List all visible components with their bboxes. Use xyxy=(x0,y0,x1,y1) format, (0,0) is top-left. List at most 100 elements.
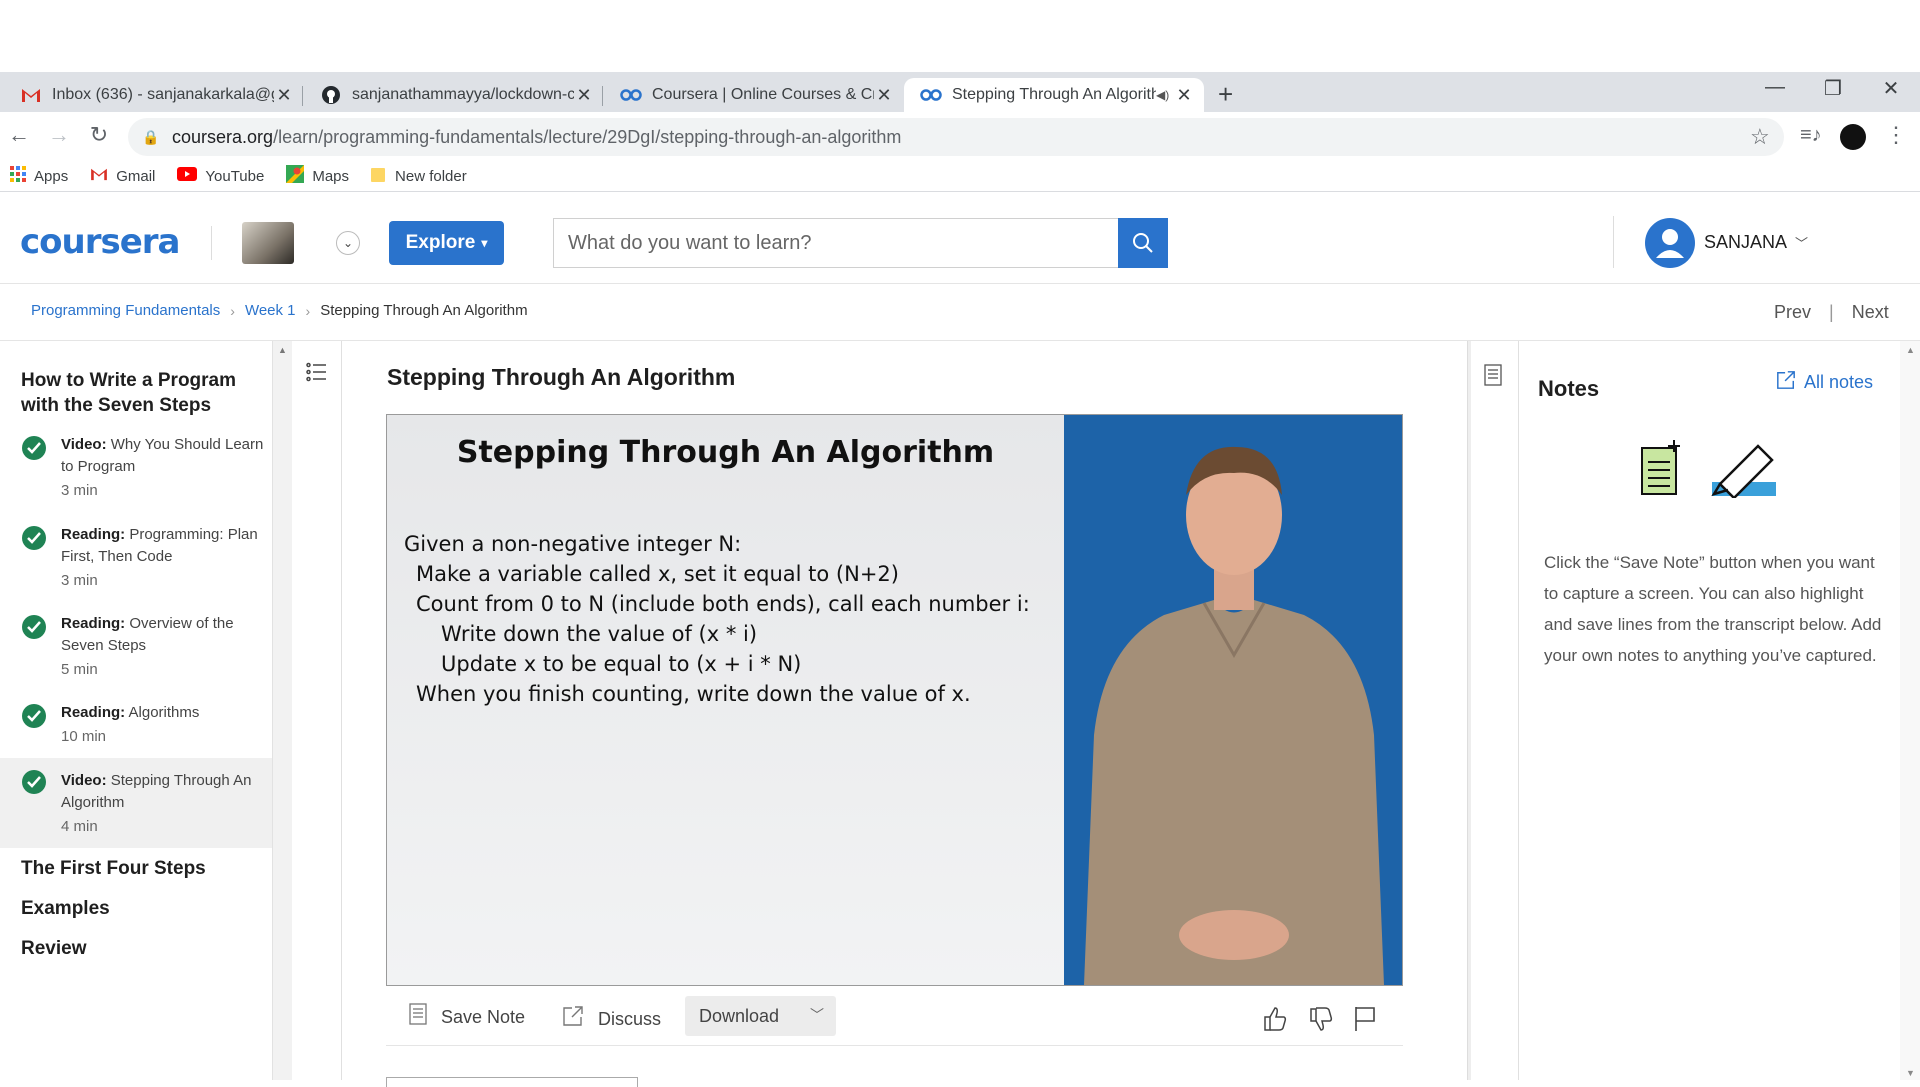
minimize-icon[interactable]: — xyxy=(1752,76,1798,99)
breadcrumb-week-link[interactable]: Week 1 xyxy=(245,302,296,319)
notes-panel-icon[interactable] xyxy=(1484,364,1502,391)
header-divider xyxy=(211,226,212,260)
video-action-bar xyxy=(386,990,1403,1046)
save-note-label: Save Note xyxy=(441,1006,526,1027)
bookmark-new-folder[interactable]: New folder xyxy=(371,166,467,187)
coursera-logo[interactable]: coursera xyxy=(20,222,180,262)
tab-divider xyxy=(302,86,303,106)
page-title: Stepping Through An Algorithm xyxy=(387,364,736,390)
username-label: SANJANA xyxy=(1704,232,1787,252)
close-tab-icon[interactable]: ✕ xyxy=(274,85,294,106)
item-duration: 5 min xyxy=(61,661,98,678)
media-queue-icon[interactable]: ≡♪ xyxy=(1800,124,1822,147)
bookmark-youtube[interactable]: YouTube xyxy=(177,167,264,186)
tab-title: Coursera | Online Courses & Credentials xyxy=(652,86,874,103)
slide-line: Make a variable called x, set it equal t… xyxy=(416,562,899,586)
bookmark-gmail[interactable]: Gmail xyxy=(90,167,155,186)
address-bar[interactable]: 🔒 coursera.org/learn/programming-fundame… xyxy=(128,118,1784,156)
download-label: Download xyxy=(699,1005,780,1026)
item-duration: 3 min xyxy=(61,572,98,589)
slide-line: Update x to be equal to (x + i * N) xyxy=(441,652,802,676)
scroll-down-arrow-icon[interactable]: ▼ xyxy=(1906,1068,1915,1078)
checkmark-complete-icon xyxy=(22,615,46,639)
url-path: /learn/programming-fundamentals/lecture/… xyxy=(273,126,902,147)
discuss-button[interactable]: Discuss xyxy=(562,1005,661,1033)
back-icon[interactable]: ← xyxy=(4,122,34,148)
close-tab-icon[interactable]: ✕ xyxy=(874,85,894,106)
bookmark-star-icon[interactable]: ☆ xyxy=(1750,124,1770,150)
all-notes-link[interactable]: All notes xyxy=(1776,370,1873,395)
module-title[interactable]: How to Write a Program with the Seven St… xyxy=(21,368,251,418)
next-button[interactable]: Next xyxy=(1852,302,1889,323)
outline-list-icon[interactable] xyxy=(306,362,326,387)
page-scrollbar[interactable]: ▲ ▼ xyxy=(1900,341,1920,1080)
search-input[interactable]: What do you want to learn? xyxy=(553,218,1118,268)
browser-tab-lecture[interactable]: Stepping Through An Algorithm ◀) ✕ xyxy=(904,78,1204,112)
save-note-button[interactable]: Save Note xyxy=(409,1003,525,1031)
flag-icon[interactable] xyxy=(1354,1006,1376,1037)
explore-button[interactable]: Explore ▾ xyxy=(389,221,504,265)
browser-tab-github[interactable]: sanjanathammayya/lockdown-certificates ✕ xyxy=(304,78,604,112)
github-icon xyxy=(320,85,342,105)
folder-icon xyxy=(371,166,387,187)
tab-divider xyxy=(602,86,603,106)
note-icon xyxy=(409,1003,427,1031)
chevron-right-icon: › xyxy=(305,302,311,319)
slide-title: Stepping Through An Algorithm xyxy=(456,435,995,470)
instructor-figure xyxy=(1084,446,1384,985)
scroll-up-arrow-icon[interactable]: ▲ xyxy=(278,345,287,355)
slide-line: When you finish counting, write down the… xyxy=(416,682,971,706)
download-dropdown[interactable]: Download ﹀ xyxy=(685,996,836,1036)
divider: | xyxy=(1829,302,1834,322)
sidebar-scrollbar[interactable]: ▲ xyxy=(272,341,292,1080)
item-duration: 3 min xyxy=(61,482,98,499)
browser-profile-avatar[interactable] xyxy=(1840,124,1866,150)
module-title-examples[interactable]: Examples xyxy=(21,896,110,921)
external-link-icon xyxy=(562,1005,584,1033)
module-title-review[interactable]: Review xyxy=(21,936,86,961)
user-menu[interactable]: SANJANA ﹀ xyxy=(1704,232,1808,253)
browser-tabstrip: Inbox (636) - sanjanakarkala@gmail.com ✕… xyxy=(0,72,1920,112)
close-tab-icon[interactable]: ✕ xyxy=(1174,85,1194,106)
restore-icon[interactable]: ❐ xyxy=(1810,76,1856,101)
close-tab-icon[interactable]: ✕ xyxy=(574,85,594,106)
item-kind: Video: xyxy=(61,772,107,789)
lecture-navigation: Prev | Next xyxy=(1774,302,1889,323)
new-tab-icon[interactable]: + xyxy=(1218,79,1233,110)
item-kind: Video: xyxy=(61,436,107,453)
browser-menu-icon[interactable]: ⋮ xyxy=(1885,122,1907,148)
scroll-up-arrow-icon[interactable]: ▲ xyxy=(1906,345,1915,355)
course-thumbnail[interactable] xyxy=(242,222,294,264)
bookmark-label: Gmail xyxy=(116,168,156,185)
thumbs-up-icon[interactable] xyxy=(1262,1006,1288,1037)
bookmark-apps[interactable]: Apps xyxy=(10,166,68,187)
breadcrumb-current: Stepping Through An Algorithm xyxy=(320,302,528,319)
discuss-label: Discuss xyxy=(598,1008,662,1029)
video-player[interactable]: Stepping Through An Algorithm Given a no… xyxy=(386,414,1403,986)
close-window-icon[interactable]: ✕ xyxy=(1868,76,1914,101)
all-notes-label: All notes xyxy=(1804,372,1874,392)
browser-tab-gmail[interactable]: Inbox (636) - sanjanakarkala@gmail.com ✕ xyxy=(4,78,304,112)
speaker-icon[interactable]: ◀) xyxy=(1156,88,1174,102)
highlighter-icon xyxy=(1711,444,1776,500)
browser-tab-coursera-home[interactable]: Coursera | Online Courses & Credentials … xyxy=(604,78,904,112)
notes-title: Notes xyxy=(1538,376,1600,401)
header-divider xyxy=(1613,216,1614,268)
checkmark-complete-icon xyxy=(22,436,46,460)
checkmark-complete-icon xyxy=(22,704,46,728)
item-duration: 4 min xyxy=(61,818,98,835)
user-avatar[interactable] xyxy=(1645,218,1695,268)
course-switcher-chevron-icon[interactable]: ⌄ xyxy=(336,231,360,255)
prev-button[interactable]: Prev xyxy=(1774,302,1811,323)
reload-icon[interactable]: ↻ xyxy=(84,122,114,148)
thumbs-down-icon[interactable] xyxy=(1308,1006,1334,1037)
forward-icon[interactable]: → xyxy=(44,122,74,148)
maps-icon xyxy=(286,165,305,188)
search-button[interactable] xyxy=(1118,218,1168,268)
tab-title: sanjanathammayya/lockdown-certificates xyxy=(352,86,574,103)
breadcrumb-course-link[interactable]: Programming Fundamentals xyxy=(31,302,220,319)
chevron-down-icon: ﹀ xyxy=(1795,236,1809,251)
module-title-first-four-steps[interactable]: The First Four Steps xyxy=(21,856,206,881)
bookmark-maps[interactable]: Maps xyxy=(286,165,349,188)
outline-toggle-column xyxy=(292,341,342,1080)
